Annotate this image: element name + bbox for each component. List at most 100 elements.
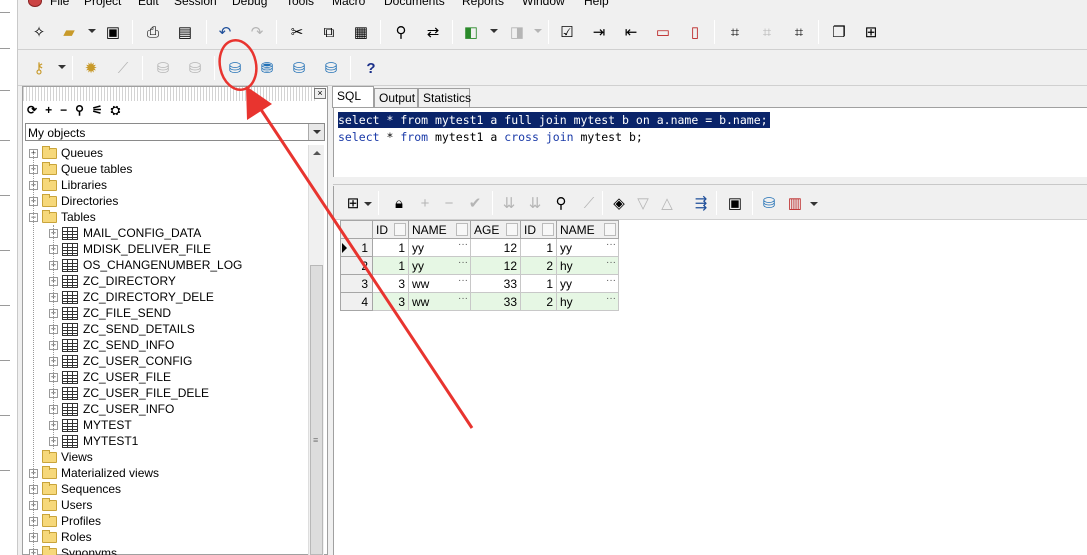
import-icon[interactable]: ◧: [460, 21, 482, 43]
grid-cell[interactable]: 1: [372, 256, 409, 275]
grid-select-icon[interactable]: ⊞: [342, 192, 364, 214]
tree-item-table[interactable]: + ZC_DIRECTORY_DELE: [49, 289, 214, 305]
tab-statistics[interactable]: Statistics: [418, 88, 471, 107]
grid-cell[interactable]: 1: [520, 274, 557, 293]
tree-item-folder[interactable]: + Libraries: [29, 177, 107, 193]
cell-editor-button[interactable]: ···: [458, 275, 468, 286]
tree-item-table[interactable]: + ZC_SEND_INFO: [49, 337, 174, 353]
comment-icon[interactable]: ▭: [652, 21, 674, 43]
add-icon[interactable]: +: [45, 103, 52, 119]
menu-file[interactable]: File: [50, 0, 69, 8]
filter-settings-icon[interactable]: ⛭: [111, 103, 121, 119]
help-icon[interactable]: ?: [360, 57, 382, 79]
check-icon[interactable]: ☑: [556, 21, 578, 43]
panel-drag-grip[interactable]: [23, 87, 315, 101]
grid-cell[interactable]: 2: [520, 292, 557, 311]
scroll-up-icon[interactable]: [309, 145, 324, 161]
tile-icon[interactable]: ⊞: [860, 21, 882, 43]
grid-cell[interactable]: 33: [470, 292, 521, 311]
post-changes-icon[interactable]: ✔: [464, 192, 486, 214]
menu-macro[interactable]: Macro: [332, 0, 365, 8]
export-results-icon[interactable]: ⛁: [758, 192, 780, 214]
cell-editor-button[interactable]: ···: [606, 293, 616, 304]
grid-cell[interactable]: yy ···: [408, 256, 471, 275]
cell-editor-button[interactable]: ···: [606, 239, 616, 250]
tree-item-table[interactable]: + ZC_FILE_SEND: [49, 305, 171, 321]
next-record-icon[interactable]: △: [656, 192, 678, 214]
grid-cell[interactable]: hy ···: [556, 256, 619, 275]
tree-item-table[interactable]: + ZC_USER_FILE: [49, 369, 171, 385]
unindent-icon[interactable]: ⇤: [620, 21, 642, 43]
redo-icon[interactable]: ↷: [246, 21, 268, 43]
db-plug-icon[interactable]: ⛁: [288, 57, 310, 79]
save-icon[interactable]: ▣: [102, 21, 124, 43]
sql-db-icon[interactable]: ⛃: [256, 57, 278, 79]
rollback-icon[interactable]: ⛁: [184, 57, 206, 79]
sql-line[interactable]: select * from mytest1 a cross join mytes…: [338, 129, 643, 145]
tree-item-table[interactable]: + MYTEST1: [49, 433, 138, 449]
tree-item-table[interactable]: + OS_CHANGENUMBER_LOG: [49, 257, 242, 273]
tree-item-folder[interactable]: + Users: [29, 497, 92, 513]
row-number-cell[interactable]: 3: [340, 274, 373, 293]
tree-item-folder[interactable]: + Materialized views: [29, 465, 159, 481]
grid-column-header[interactable]: NAME: [408, 220, 471, 239]
wand-icon[interactable]: ⟋: [112, 57, 134, 79]
column-menu-button[interactable]: [456, 223, 468, 236]
tree-item-folder[interactable]: + Queues: [29, 145, 103, 161]
tree-item-table[interactable]: + ZC_DIRECTORY: [49, 273, 176, 289]
object-filter-select[interactable]: My objects: [25, 123, 325, 141]
indent-icon[interactable]: ⇥: [588, 21, 610, 43]
table-row[interactable]: 4 3 ww ··· 33 2 hy ···: [340, 292, 619, 311]
new-icon[interactable]: ✧: [28, 21, 50, 43]
menu-debug[interactable]: Debug: [232, 0, 267, 8]
insert-record-icon[interactable]: +: [414, 192, 436, 214]
menu-documents[interactable]: Documents: [384, 0, 445, 8]
grid-cell[interactable]: hy ···: [556, 292, 619, 311]
grid-cell[interactable]: 1: [520, 238, 557, 257]
grid-cell[interactable]: 12: [470, 238, 521, 257]
explain-icon[interactable]: ⌗: [724, 21, 746, 43]
export-icon[interactable]: ◨: [506, 21, 528, 43]
cell-editor-button[interactable]: ···: [458, 293, 468, 304]
refresh-icon[interactable]: ⟳: [27, 103, 37, 119]
grid-cell[interactable]: yy ···: [408, 238, 471, 257]
settings-gear-icon[interactable]: ✹: [80, 57, 102, 79]
fetch-next-icon[interactable]: ⇊: [498, 192, 520, 214]
grid-column-header[interactable]: ID: [520, 220, 557, 239]
table-row[interactable]: 3 3 ww ··· 33 1 yy ···: [340, 274, 619, 293]
tree-item-folder[interactable]: + Directories: [29, 193, 118, 209]
grid-cell[interactable]: 2: [520, 256, 557, 275]
grid-cell[interactable]: yy ···: [556, 274, 619, 293]
clear-icon[interactable]: ⟋: [578, 192, 600, 214]
db-refresh-icon[interactable]: ⛁: [320, 57, 342, 79]
grid-column-header[interactable]: ID: [372, 220, 409, 239]
delete-record-icon[interactable]: −: [438, 192, 460, 214]
tree-item-table[interactable]: + ZC_USER_FILE_DELE: [49, 385, 209, 401]
cell-editor-button[interactable]: ···: [606, 257, 616, 268]
window-list-icon[interactable]: ❐: [828, 21, 850, 43]
tree-item-folder[interactable]: + Sequences: [29, 481, 121, 497]
cell-editor-button[interactable]: ···: [458, 239, 468, 250]
grid-cell[interactable]: ww ···: [408, 274, 471, 293]
table-row[interactable]: 1 1 yy ··· 12 1 yy ···: [340, 238, 619, 257]
cell-editor-button[interactable]: ···: [606, 275, 616, 286]
filter-icon[interactable]: ⚟: [92, 103, 103, 119]
column-menu-button[interactable]: [604, 223, 616, 236]
single-record-view-icon[interactable]: ⇶: [690, 192, 712, 214]
tree-item-folder[interactable]: + Profiles: [29, 513, 101, 529]
grid-cell[interactable]: 12: [470, 256, 521, 275]
grid-cell[interactable]: 33: [470, 274, 521, 293]
table-row[interactable]: 2 1 yy ··· 12 2 hy ···: [340, 256, 619, 275]
uncomment-icon[interactable]: ▯: [684, 21, 706, 43]
cut-icon[interactable]: ✂: [286, 21, 308, 43]
tree-item-folder[interactable]: + Roles: [29, 529, 92, 545]
key-dropdown-chevron-down-icon[interactable]: [58, 65, 66, 69]
grid-cell[interactable]: 1: [372, 238, 409, 257]
save-results-icon[interactable]: ▣: [724, 192, 746, 214]
db-session-icon[interactable]: ⛁: [224, 57, 246, 79]
tree-scrollbar[interactable]: ≡: [308, 145, 324, 555]
menu-help[interactable]: Help: [584, 0, 609, 8]
sql-editor[interactable]: select * from mytest1 a full join mytest…: [333, 107, 1087, 177]
find-in-grid-icon[interactable]: ⚲: [550, 192, 572, 214]
horizontal-splitter[interactable]: [333, 177, 1087, 185]
